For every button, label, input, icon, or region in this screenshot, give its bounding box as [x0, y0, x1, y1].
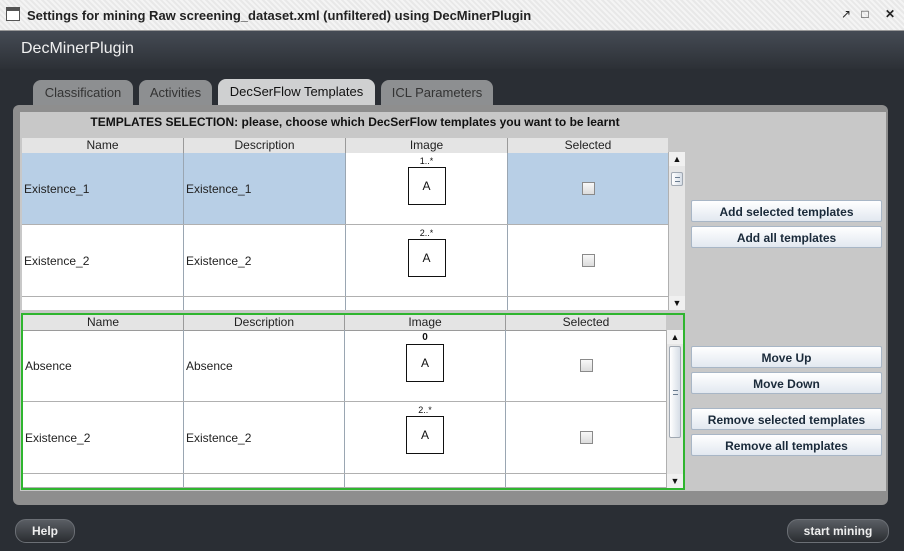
cardinality-label: 2..*: [419, 228, 434, 238]
table-header: Name Description Image Selected: [22, 138, 668, 154]
column-header-image[interactable]: Image: [346, 138, 508, 153]
window-title: Settings for mining Raw screening_datase…: [27, 8, 532, 23]
cell-description: Existence_2: [186, 431, 252, 445]
tab-decserflow-templates[interactable]: DecSerFlow Templates: [218, 79, 375, 107]
cell-name: Existence_2: [25, 431, 91, 445]
selected-checkbox[interactable]: [582, 254, 595, 267]
table-header: Name Description Image Selected: [23, 315, 666, 331]
tab-classification[interactable]: Classification: [33, 80, 133, 106]
maximize-icon[interactable]: □: [858, 7, 872, 21]
activity-box: A: [407, 239, 446, 277]
activity-box: A: [406, 344, 444, 382]
cell-name: Existence_1: [24, 182, 90, 196]
cell-name: Existence_2: [24, 254, 90, 268]
column-header-selected[interactable]: Selected: [508, 138, 668, 153]
plugin-name: DecMinerPlugin: [21, 40, 134, 57]
table-row[interactable]: Existence_2 Existence_2 2..* A: [22, 225, 668, 297]
column-header-name[interactable]: Name: [22, 138, 184, 153]
cell-description: Absence: [186, 359, 233, 373]
cell-description: Existence_1: [186, 182, 252, 196]
window-icon: [6, 7, 20, 21]
scroll-down-icon[interactable]: ▼: [669, 296, 685, 310]
template-diagram: 2..* A: [395, 404, 455, 454]
cardinality-label: 0: [422, 332, 428, 343]
column-header-name[interactable]: Name: [23, 315, 184, 330]
available-templates-table: Name Description Image Selected Existenc…: [22, 138, 668, 310]
table-row[interactable]: Existence_2 Existence_2 2..* A: [23, 402, 666, 474]
template-diagram: 0 A: [395, 332, 455, 382]
cell-description: Existence_2: [186, 254, 252, 268]
available-table-scrollbar[interactable]: ▲ ▼: [668, 152, 685, 310]
window-titlebar: Settings for mining Raw screening_datase…: [0, 0, 904, 31]
footer-bar: Help start mining: [0, 506, 904, 551]
scroll-thumb[interactable]: [669, 346, 681, 438]
add-all-templates-button[interactable]: Add all templates: [691, 226, 882, 248]
activity-box: A: [406, 416, 444, 454]
close-icon[interactable]: ✕: [883, 7, 897, 21]
activity-box: A: [407, 167, 446, 205]
start-mining-button[interactable]: start mining: [787, 519, 889, 543]
scroll-up-icon[interactable]: ▲: [669, 152, 685, 166]
remove-selected-templates-button[interactable]: Remove selected templates: [691, 408, 882, 430]
scroll-thumb[interactable]: [671, 172, 683, 186]
scroll-up-icon[interactable]: ▲: [667, 330, 683, 344]
table-row[interactable]: [23, 474, 666, 488]
cardinality-label: 2..*: [418, 405, 432, 415]
selected-checkbox[interactable]: [580, 431, 593, 444]
template-diagram: 2..* A: [397, 227, 457, 277]
template-diagram: 1..* A: [397, 155, 457, 205]
cardinality-label: 1..*: [419, 156, 434, 166]
tab-activities[interactable]: Activities: [139, 80, 212, 106]
table-row[interactable]: Existence_1 Existence_1 1..* A: [22, 153, 668, 225]
column-header-description[interactable]: Description: [184, 315, 345, 330]
add-selected-templates-button[interactable]: Add selected templates: [691, 200, 882, 222]
scroll-down-icon[interactable]: ▼: [667, 474, 683, 488]
remove-all-templates-button[interactable]: Remove all templates: [691, 434, 882, 456]
selected-checkbox[interactable]: [580, 359, 593, 372]
help-button[interactable]: Help: [15, 519, 75, 543]
column-header-description[interactable]: Description: [184, 138, 346, 153]
cell-name: Absence: [25, 359, 72, 373]
move-down-button[interactable]: Move Down: [691, 372, 882, 394]
tab-icl-parameters[interactable]: ICL Parameters: [381, 80, 493, 106]
table-row[interactable]: Absence Absence 0 A: [23, 330, 666, 402]
column-header-selected[interactable]: Selected: [506, 315, 666, 330]
column-header-image[interactable]: Image: [345, 315, 506, 330]
minimize-icon[interactable]: ↗: [839, 7, 853, 21]
selected-checkbox[interactable]: [582, 182, 595, 195]
selected-table-scrollbar[interactable]: ▲ ▼: [666, 330, 683, 488]
panel-title: TEMPLATES SELECTION: please, choose whic…: [90, 115, 620, 129]
selected-templates-table: Name Description Image Selected Absence …: [23, 315, 666, 488]
move-up-button[interactable]: Move Up: [691, 346, 882, 368]
table-row[interactable]: [22, 297, 668, 310]
plugin-header: DecMinerPlugin: [0, 31, 904, 69]
